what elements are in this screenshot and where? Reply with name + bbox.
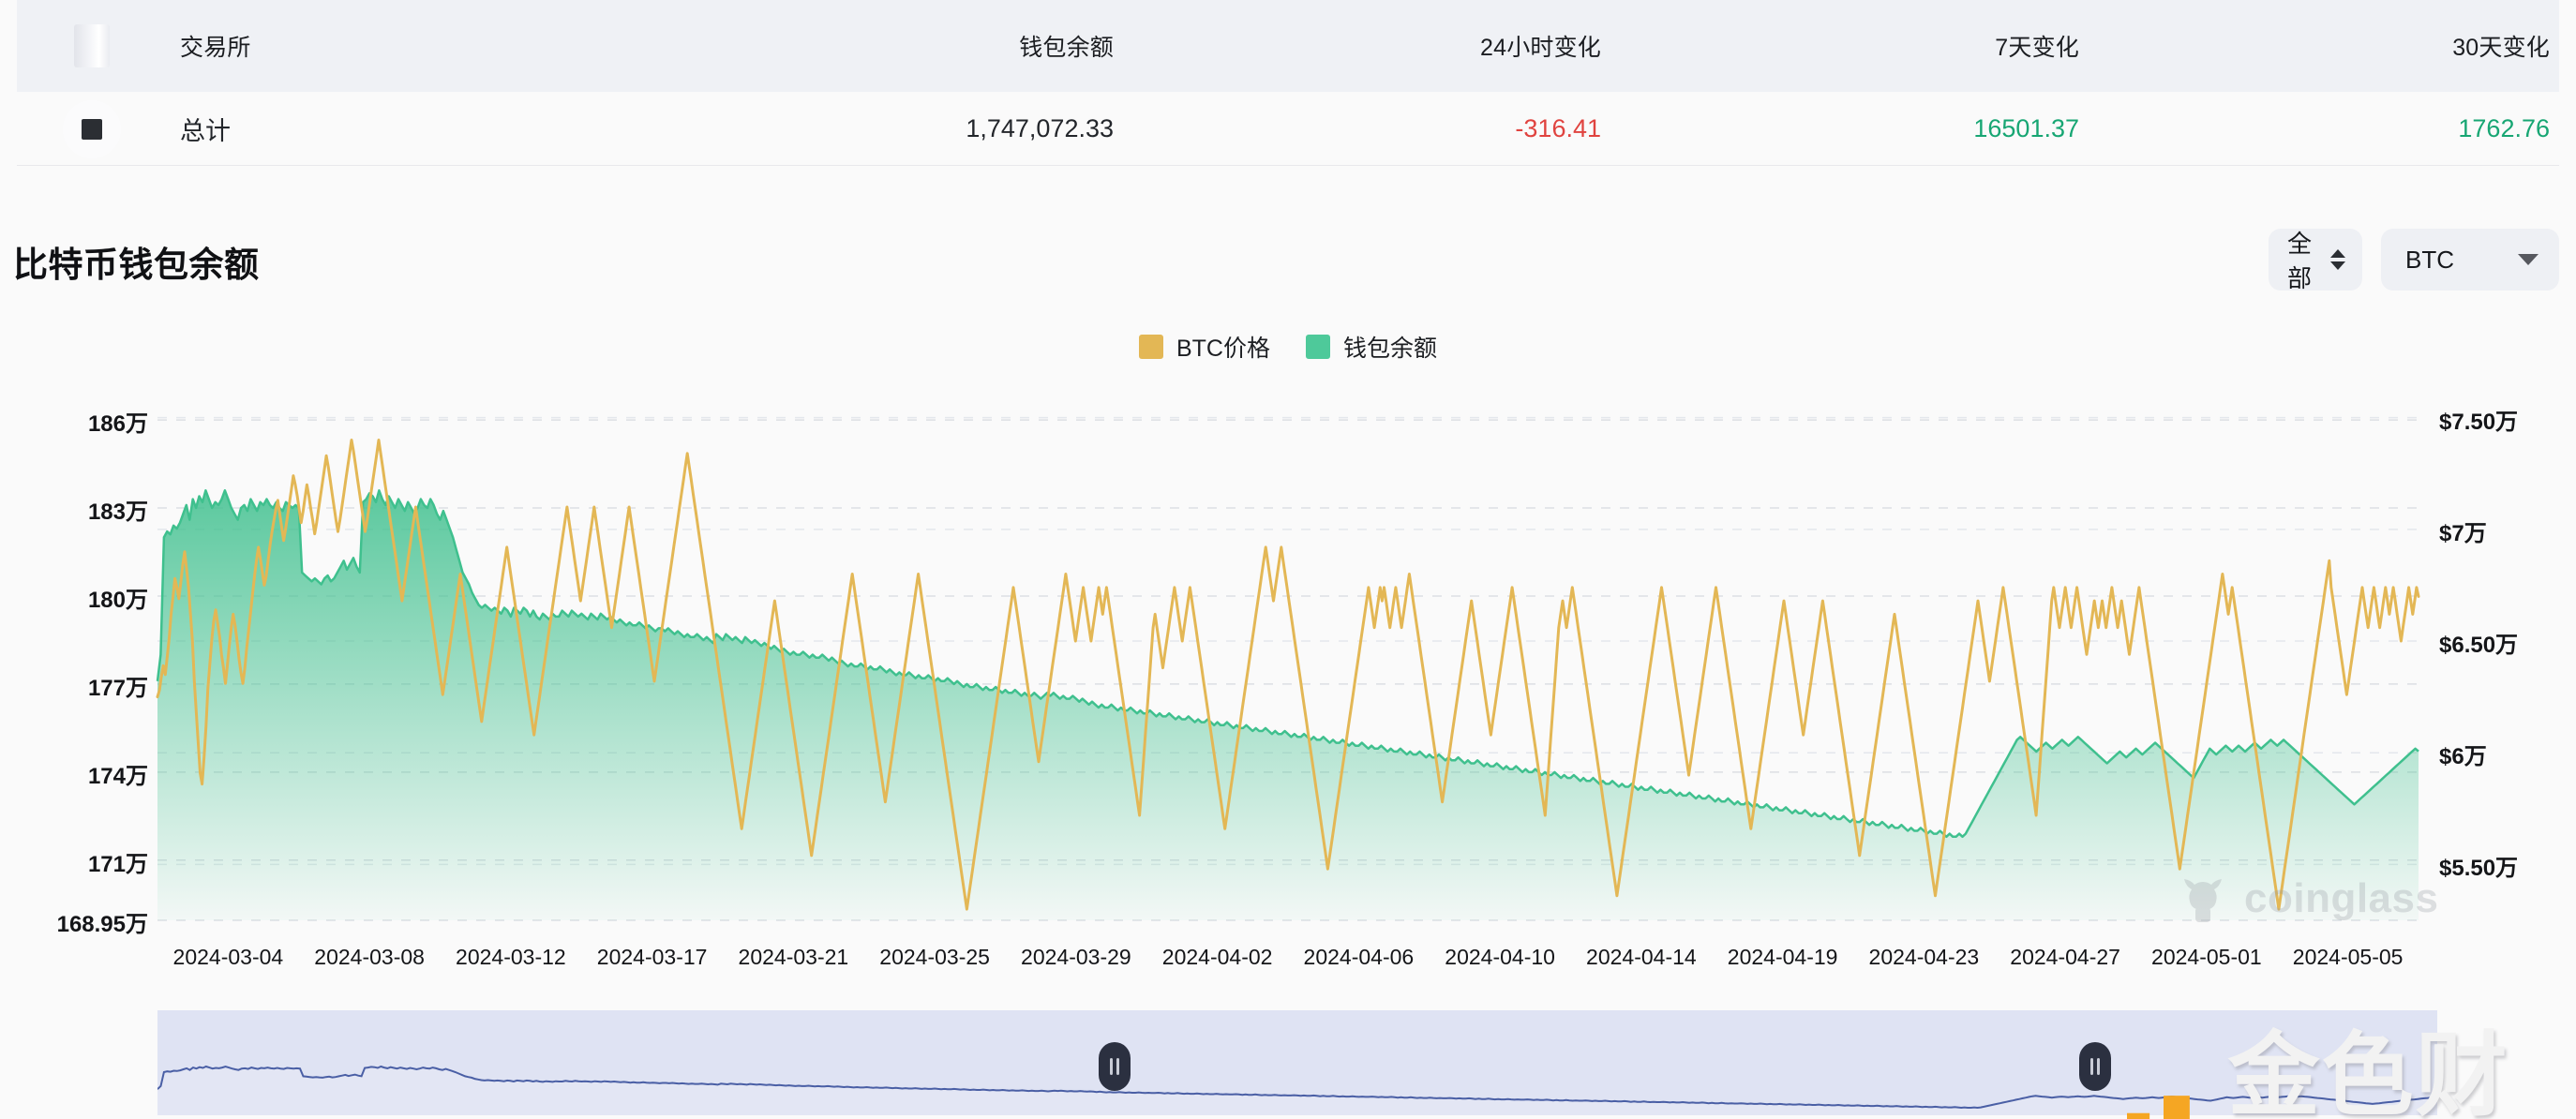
x-axis-tick: 2024-04-23 <box>1868 945 1980 969</box>
chevron-down-icon <box>2518 254 2539 265</box>
range-select-label: 全部 <box>2287 230 2313 292</box>
x-axis-tick: 2024-03-21 <box>738 945 849 969</box>
legend-item-price[interactable]: BTC价格 <box>1138 330 1270 364</box>
x-axis-tick: 2024-03-17 <box>596 945 708 969</box>
chart-datazoom[interactable] <box>157 1010 2437 1115</box>
total-icon <box>63 99 121 158</box>
y-axis-left-tick: 168.95万 <box>56 912 148 937</box>
range-select[interactable]: 全部 <box>2269 229 2362 292</box>
legend-item-balance[interactable]: 钱包余额 <box>1306 330 1437 364</box>
legend-label-balance: 钱包余额 <box>1343 336 1438 362</box>
column-header-change-30d[interactable]: 30天变化 <box>2079 29 2559 63</box>
y-axis-left-tick: 180万 <box>87 587 148 613</box>
legend-swatch-price <box>1138 335 1163 359</box>
x-axis-tick: 2024-04-14 <box>1586 945 1697 969</box>
y-axis-left-tick: 174万 <box>87 763 148 789</box>
x-axis-tick: 2024-04-27 <box>2010 945 2120 969</box>
page-title: 比特币钱包余额 <box>13 246 260 284</box>
x-axis-tick: 2024-03-08 <box>314 945 425 969</box>
y-axis-right-tick: $6.50万 <box>2439 633 2519 659</box>
column-header-change-7d[interactable]: 7天变化 <box>1601 29 2079 63</box>
y-axis-right-tick: $7万 <box>2439 520 2487 546</box>
cell-change-7d: 16501.37 <box>1973 114 2079 142</box>
header-logo-col <box>17 24 167 67</box>
coin-select-label: BTC <box>2405 245 2454 274</box>
wallet-balance-chart[interactable]: 186万 183万 180万 177万 174万 171万 168.95万 $7.50万 $7… <box>0 367 2576 1014</box>
cell-change-30d: 1762.76 <box>2458 114 2550 142</box>
y-axis-right-tick: $5.50万 <box>2439 856 2519 882</box>
column-header-wallet-balance[interactable]: 钱包余额 <box>607 29 1114 63</box>
y-axis-left-tick: 186万 <box>87 411 148 438</box>
coin-select[interactable]: BTC <box>2381 229 2559 291</box>
exchange-logo-placeholder <box>74 24 110 67</box>
chart-canvas <box>156 416 2420 921</box>
cell-change-24h: -316.41 <box>1515 114 1601 142</box>
y-axis-right-tick: $7.50万 <box>2439 409 2519 435</box>
x-axis-tick: 2024-04-10 <box>1445 945 1555 969</box>
y-axis-left-tick: 171万 <box>87 851 148 877</box>
x-axis-tick: 2024-03-04 <box>172 945 284 969</box>
cell-exchange-name: 总计 <box>180 117 231 145</box>
x-axis-tick: 2024-05-05 <box>2292 945 2404 969</box>
table-row[interactable]: 总计 1,747,072.33 -316.41 16501.37 1762.76 <box>17 93 2559 166</box>
x-axis-tick: 2024-03-29 <box>1021 945 1131 969</box>
y-axis-left-tick: 177万 <box>87 675 148 701</box>
row-logo-col <box>17 99 167 158</box>
legend-label-price: BTC价格 <box>1176 336 1270 362</box>
datazoom-right-handle[interactable] <box>2079 1042 2112 1091</box>
datazoom-left-handle[interactable] <box>1099 1042 1131 1091</box>
x-axis-tick: 2024-04-06 <box>1303 945 1415 969</box>
chevron-updown-icon <box>2330 249 2345 270</box>
cell-wallet-balance: 1,747,072.33 <box>966 114 1114 142</box>
x-axis-tick: 2024-03-12 <box>456 945 566 969</box>
legend-swatch-balance <box>1306 335 1330 359</box>
y-axis-left-tick: 183万 <box>87 500 148 526</box>
y-axis-right-tick: $6万 <box>2439 744 2487 770</box>
column-header-change-24h[interactable]: 24小时变化 <box>1114 29 1601 63</box>
chart-legend: BTC价格 钱包余额 <box>0 330 2576 364</box>
chart-controls: 全部 BTC <box>2269 229 2559 292</box>
x-axis-tick: 2024-04-02 <box>1161 945 1273 969</box>
x-axis-tick: 2024-05-01 <box>2151 945 2262 969</box>
table-header: 交易所 钱包余额 24小时变化 7天变化 30天变化 <box>17 0 2559 92</box>
x-axis-tick: 2024-04-19 <box>1727 945 1838 969</box>
x-axis-tick: 2024-03-25 <box>879 945 990 969</box>
column-header-exchange[interactable]: 交易所 <box>167 29 607 63</box>
